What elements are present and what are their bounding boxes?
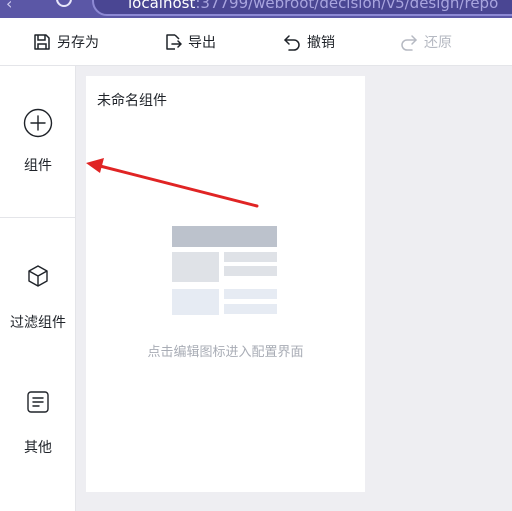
component-title: 未命名组件 bbox=[97, 93, 167, 109]
cube-icon bbox=[28, 265, 48, 287]
save-icon bbox=[34, 34, 50, 50]
sidebar-item-label: 过滤组件 bbox=[10, 315, 66, 331]
reload-icon[interactable] bbox=[56, 0, 72, 7]
browser-bar: ‹ localhost:37799/webroot/decision/v5/de… bbox=[0, 0, 512, 18]
undo-icon bbox=[284, 35, 300, 51]
sidebar-item-other[interactable]: 其他 bbox=[0, 390, 76, 457]
plus-circle-icon bbox=[23, 108, 53, 138]
export-label: 导出 bbox=[188, 35, 216, 51]
component-card[interactable]: 未命名组件 点击编辑图标进入配置界面 bbox=[86, 76, 365, 492]
table-placeholder-icon bbox=[172, 226, 277, 315]
export-button[interactable]: 导出 bbox=[164, 18, 216, 66]
sidebar-item-filter-components[interactable]: 过滤组件 bbox=[0, 264, 76, 332]
sidebar-item-label: 其他 bbox=[24, 440, 52, 456]
url-path: :37799/webroot/decision/v5/design/repo bbox=[195, 0, 499, 12]
undo-label: 撤销 bbox=[307, 35, 335, 51]
config-hint: 点击编辑图标进入配置界面 bbox=[147, 345, 304, 360]
document-icon bbox=[27, 391, 49, 413]
url-host: localhost bbox=[128, 0, 196, 12]
save-as-button[interactable]: 另存为 bbox=[33, 18, 99, 66]
url-text: localhost:37799/webroot/decision/v5/desi… bbox=[128, 0, 498, 12]
save-as-label: 另存为 bbox=[57, 35, 99, 51]
sidebar-divider bbox=[0, 217, 76, 218]
redo-label: 还原 bbox=[424, 35, 452, 51]
redo-icon bbox=[401, 35, 417, 51]
redo-button[interactable]: 还原 bbox=[400, 18, 452, 66]
sidebar-item-components[interactable]: 组件 bbox=[0, 108, 76, 175]
undo-button[interactable]: 撤销 bbox=[283, 18, 335, 66]
sidebar-item-label: 组件 bbox=[24, 158, 52, 174]
back-arrow-icon[interactable]: ‹ bbox=[6, 0, 12, 13]
export-icon bbox=[166, 34, 182, 50]
sidebar: 组件 过滤组件 其他 bbox=[0, 66, 76, 511]
toolbar: 另存为 导出 撤销 还原 bbox=[0, 18, 512, 66]
